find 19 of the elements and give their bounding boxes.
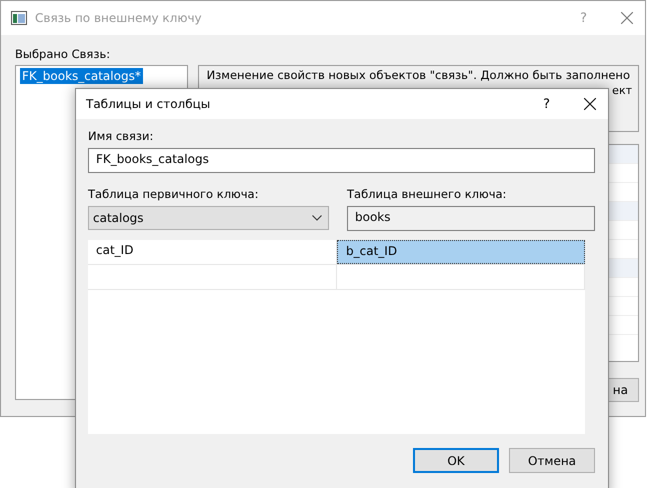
close-icon[interactable] [584,98,596,110]
field-label: Имя связи: [88,129,154,143]
name-field[interactable]: FK_books_catalogs [88,148,595,173]
table-field: books [347,206,595,231]
ok-button[interactable]: OK [413,448,499,473]
cancel-button[interactable]: Отмена [509,448,595,473]
description-text: ект [612,84,632,97]
app-icon [11,11,27,25]
field-label: Таблица первичного ключа: [88,187,260,201]
field-label: Таблица внешнего ключа: [347,187,508,201]
grid-cell[interactable]: b_cat_ID [337,240,585,264]
description-text: Изменение свойств новых объектов "связь". Должно быть заполнено [206,68,630,82]
window-title: Связь по внешнему ключу [35,11,203,25]
section-label: Выбрано Связь: [15,47,112,61]
chevron-down-icon [312,215,322,221]
dialog-title: Таблицы и столбцы [86,97,212,111]
relation-item[interactable]: FK_books_catalogs* [20,68,143,84]
help-button[interactable]: ? [543,96,550,112]
table-dropdown[interactable]: catalogs [88,206,329,230]
